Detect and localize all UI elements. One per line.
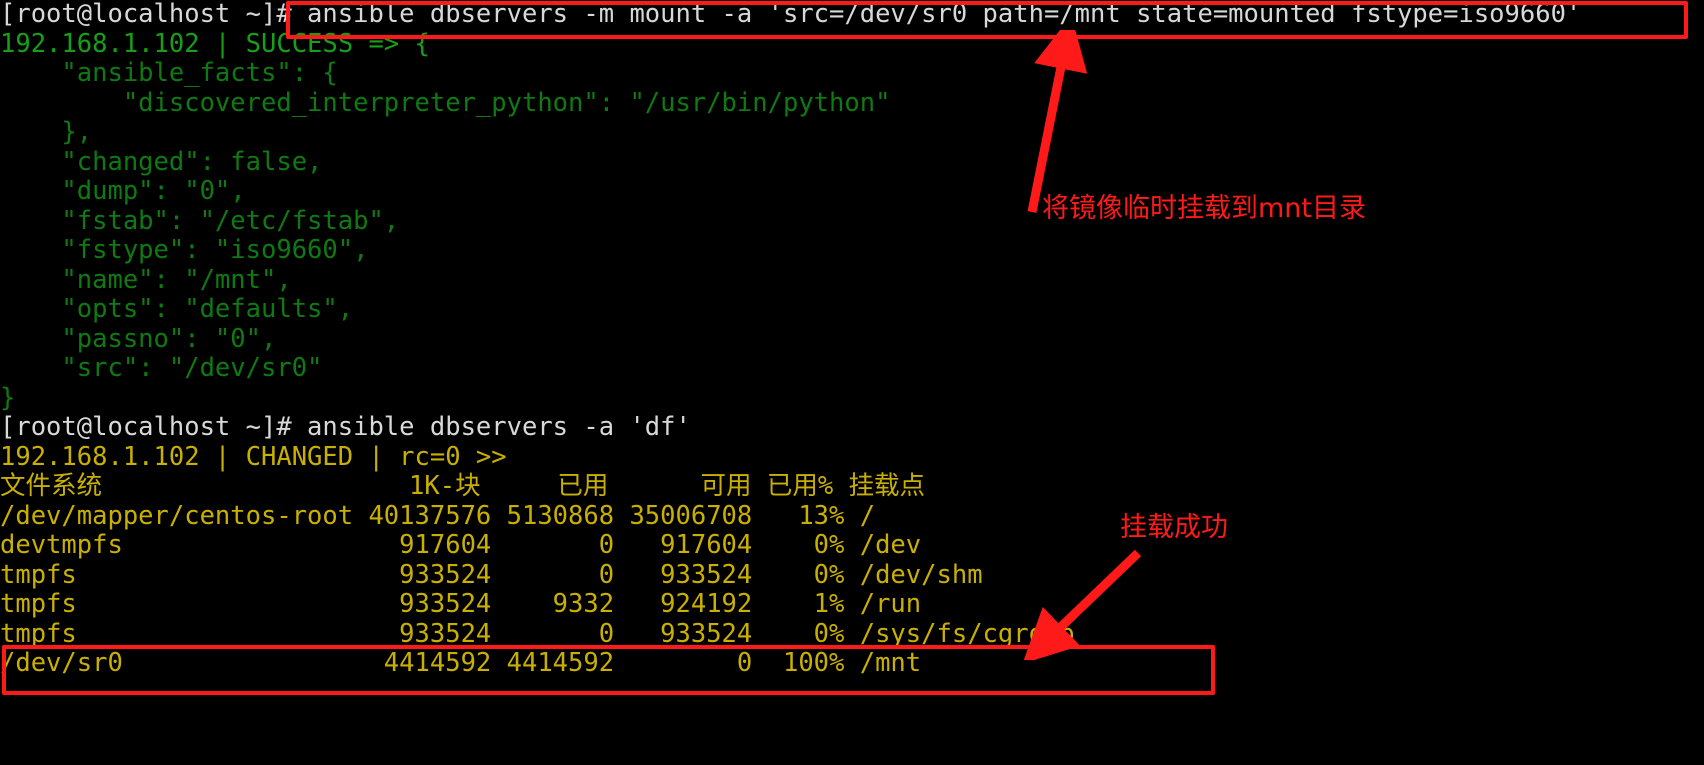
mount-command-text: ansible dbservers -m mount -a 'src=/dev/… [307,0,1582,29]
terminal-line: "fstab": "/etc/fstab", [0,205,400,236]
terminal-line: tmpfs 933524 0 933524 0% /dev/shm [0,559,983,590]
terminal-line: "src": "/dev/sr0" [0,353,323,383]
annotation-success-note: 挂载成功 [1120,512,1228,543]
terminal-window: [root@localhost ~]# ansible dbservers -m… [0,0,1704,765]
annotation-mount-note: 将镜像临时挂载到mnt目录 [1042,193,1366,224]
terminal-line: /dev/mapper/centos-root 40137576 5130868… [0,500,876,531]
terminal-line: "changed": false, [0,146,323,177]
terminal-line: "passno": "0", [0,323,277,354]
terminal-line: 192.168.1.102 | SUCCESS => { [0,28,430,59]
terminal-line: }, [0,117,93,147]
terminal-line: [root@localhost ~]# ansible dbservers -m… [0,0,1704,30]
terminal-line: "opts": "defaults", [0,294,354,324]
terminal-line: "ansible_facts": { [0,58,338,88]
terminal-line: "fstype": "iso9660", [0,235,369,265]
terminal-line: /dev/sr0 4414592 4414592 0 100% /mnt [0,648,922,678]
terminal-line: 文件系统 1K-块 已用 可用 已用% 挂载点 [0,471,926,501]
terminal-line: "name": "/mnt", [0,264,292,295]
shell-prompt: [root@localhost ~]# [0,0,308,29]
terminal-line: 192.168.1.102 | CHANGED | rc=0 >> [0,441,507,472]
terminal-line: tmpfs 933524 9332 924192 1% /run [0,589,922,619]
terminal-line: "dump": "0", [0,176,246,206]
terminal-line: [root@localhost ~]# ansible dbservers -a… [0,412,691,442]
terminal-line: tmpfs 933524 0 933524 0% /sys/fs/cgroup [0,618,1075,649]
terminal-line: "discovered_interpreter_python": "/usr/b… [0,87,891,118]
terminal-output-buffer[interactable]: [root@localhost ~]# ansible dbservers -m… [0,0,1704,679]
terminal-line: devtmpfs 917604 0 917604 0% /dev [0,530,922,560]
terminal-line: } [0,382,16,413]
